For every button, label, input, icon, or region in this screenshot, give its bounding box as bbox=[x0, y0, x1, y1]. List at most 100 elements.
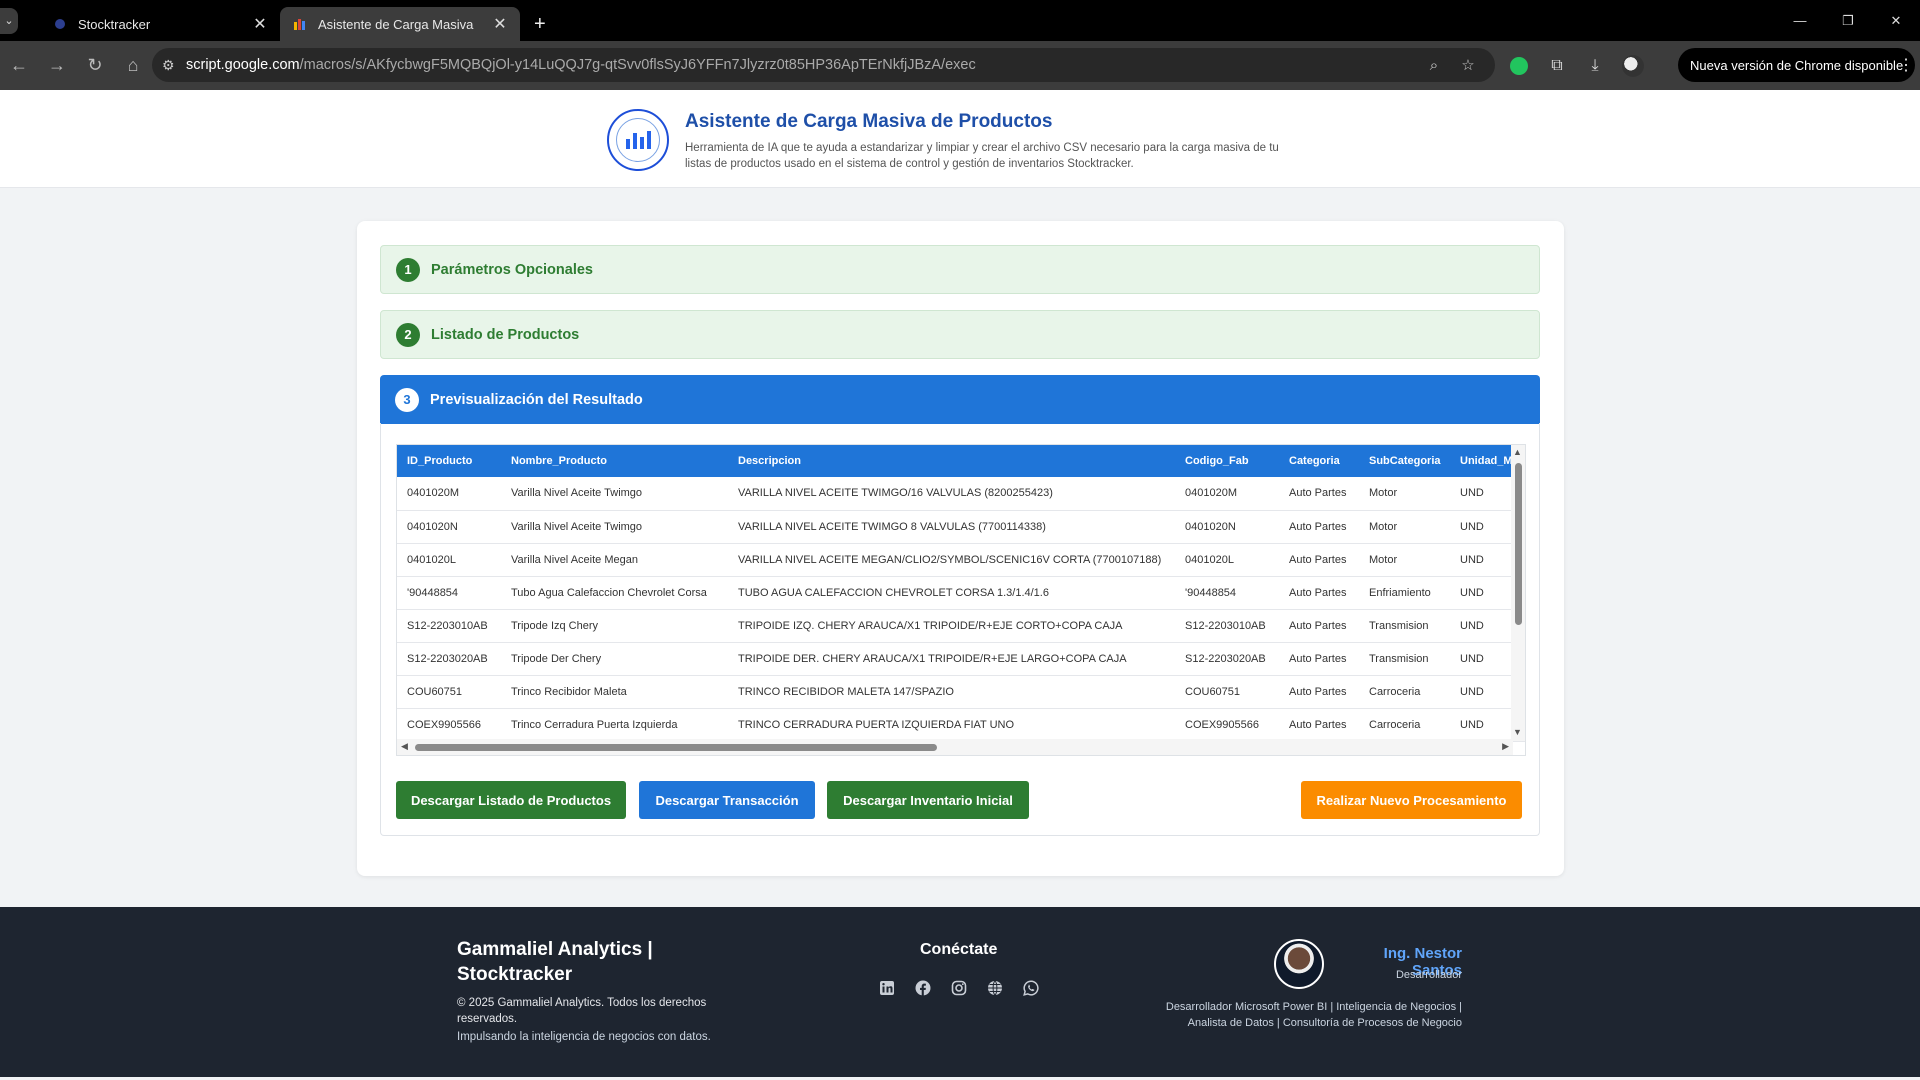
address-bar[interactable]: ⚙ script.google.com/macros/s/AKfycbwgF5M… bbox=[152, 48, 1495, 82]
forward-icon[interactable]: → bbox=[38, 47, 76, 85]
new-tab-icon[interactable]: + bbox=[534, 7, 546, 41]
cell-code: 0401020N bbox=[1175, 510, 1279, 544]
app-header: Asistente de Carga Masiva de Productos H… bbox=[0, 90, 1920, 188]
table-row: S12-2203010AB Tripode Izq Chery TRIPOIDE… bbox=[397, 609, 1525, 643]
cell-id: S12-2203010AB bbox=[397, 609, 501, 643]
profile-avatar-icon[interactable] bbox=[1614, 54, 1652, 77]
column-header[interactable]: Codigo_Fab bbox=[1175, 445, 1279, 477]
cell-name: Varilla Nivel Aceite Twimgo bbox=[501, 510, 728, 544]
cell-description: VARILLA NIVEL ACEITE TWIMGO 8 VALVULAS (… bbox=[728, 510, 1175, 544]
column-header[interactable]: SubCategoria bbox=[1359, 445, 1450, 477]
column-header[interactable]: Categoria bbox=[1279, 445, 1359, 477]
apps-script-favicon-icon bbox=[292, 16, 308, 32]
cell-id: 0401020L bbox=[397, 543, 501, 577]
horizontal-scroll-thumb[interactable] bbox=[415, 744, 937, 751]
cell-subcategory: Carroceria bbox=[1359, 675, 1450, 709]
cell-subcategory: Transmision bbox=[1359, 609, 1450, 643]
step-optional-params[interactable]: 1 Parámetros Opcionales bbox=[380, 245, 1540, 294]
cell-id: 0401020N bbox=[397, 510, 501, 544]
step-number: 2 bbox=[396, 322, 420, 347]
preview-table-container[interactable]: ID_Producto Nombre_Producto Descripcion … bbox=[396, 444, 1526, 756]
vertical-scroll-thumb[interactable] bbox=[1515, 463, 1522, 625]
extension-green-icon[interactable] bbox=[1500, 56, 1538, 75]
whatsapp-icon[interactable] bbox=[1020, 977, 1042, 999]
zoom-icon[interactable]: ⌕ bbox=[1417, 57, 1451, 74]
cell-description: TUBO AGUA CALEFACCION CHEVROLET CORSA 1.… bbox=[728, 576, 1175, 610]
cell-code: '90448854 bbox=[1175, 576, 1279, 610]
cell-name: Trinco Cerradura Puerta Izquierda bbox=[501, 708, 728, 742]
cell-category: Auto Partes bbox=[1279, 609, 1359, 643]
chrome-update-button[interactable]: Nueva versión de Chrome disponible bbox=[1678, 48, 1916, 82]
download-products-button[interactable]: Descargar Listado de Productos bbox=[396, 781, 626, 819]
close-icon[interactable]: ✕ bbox=[252, 14, 268, 34]
cell-code: S12-2203020AB bbox=[1175, 642, 1279, 676]
cell-subcategory: Transmision bbox=[1359, 642, 1450, 676]
instagram-icon[interactable] bbox=[948, 977, 970, 999]
vertical-scrollbar[interactable]: ▲ ▼ bbox=[1511, 445, 1525, 741]
browser-tab-bar: ⌄ Stocktracker ✕ Asistente de Carga Masi… bbox=[0, 0, 1920, 41]
url-text[interactable]: script.google.com/macros/s/AKfycbwgF5MQB… bbox=[186, 57, 1417, 73]
download-icon[interactable]: ⤓ bbox=[1576, 57, 1614, 75]
cell-category: Auto Partes bbox=[1279, 543, 1359, 577]
cell-subcategory: Enfriamiento bbox=[1359, 576, 1450, 610]
cell-code: COEX9905566 bbox=[1175, 708, 1279, 742]
linkedin-icon[interactable] bbox=[876, 977, 898, 999]
cell-id: S12-2203020AB bbox=[397, 642, 501, 676]
cell-category: Auto Partes bbox=[1279, 675, 1359, 709]
cell-code: 0401020M bbox=[1175, 477, 1279, 511]
tab-search-button[interactable]: ⌄ bbox=[0, 0, 18, 41]
column-header[interactable]: ID_Producto bbox=[397, 445, 501, 477]
new-process-button[interactable]: Realizar Nuevo Procesamiento bbox=[1301, 781, 1522, 819]
cell-subcategory: Motor bbox=[1359, 543, 1450, 577]
cell-subcategory: Motor bbox=[1359, 510, 1450, 544]
column-header[interactable]: Descripcion bbox=[728, 445, 1175, 477]
scroll-left-icon[interactable]: ◀ bbox=[401, 741, 408, 752]
restore-icon[interactable]: ❐ bbox=[1824, 0, 1872, 41]
more-menu-icon[interactable]: ⋮ bbox=[1898, 55, 1914, 75]
step-label: Listado de Productos bbox=[431, 326, 580, 343]
globe-icon[interactable] bbox=[984, 977, 1006, 999]
minimize-icon[interactable]: — bbox=[1776, 0, 1824, 41]
close-window-icon[interactable]: ✕ bbox=[1872, 0, 1920, 41]
back-icon[interactable]: ← bbox=[0, 47, 38, 85]
step-result-preview[interactable]: 3 Previsualización del Resultado bbox=[380, 375, 1540, 424]
preview-table: ID_Producto Nombre_Producto Descripcion … bbox=[397, 445, 1525, 742]
cell-description: TRINCO CERRADURA PUERTA IZQUIERDA FIAT U… bbox=[728, 708, 1175, 742]
table-row: COEX9905566 Trinco Cerradura Puerta Izqu… bbox=[397, 708, 1525, 742]
wizard-card: 1 Parámetros Opcionales 2 Listado de Pro… bbox=[357, 221, 1564, 876]
scroll-right-icon[interactable]: ▶ bbox=[1502, 741, 1509, 752]
close-icon[interactable]: ✕ bbox=[492, 14, 508, 34]
bookmark-star-icon[interactable]: ☆ bbox=[1451, 56, 1485, 74]
page-title: Asistente de Carga Masiva de Productos bbox=[685, 111, 1053, 132]
download-inventory-button[interactable]: Descargar Inventario Inicial bbox=[827, 781, 1029, 819]
table-row: 0401020M Varilla Nivel Aceite Twimgo VAR… bbox=[397, 477, 1525, 511]
table-row: 0401020N Varilla Nivel Aceite Twimgo VAR… bbox=[397, 510, 1525, 544]
cell-category: Auto Partes bbox=[1279, 708, 1359, 742]
step-label: Parámetros Opcionales bbox=[431, 261, 593, 278]
browser-tab-asistente[interactable]: Asistente de Carga Masiva ✕ bbox=[280, 7, 520, 41]
site-info-icon[interactable]: ⚙ bbox=[162, 57, 186, 74]
cell-name: Tubo Agua Calefaccion Chevrolet Corsa bbox=[501, 576, 728, 610]
extensions-puzzle-icon[interactable]: ⧉ bbox=[1538, 57, 1576, 75]
cell-category: Auto Partes bbox=[1279, 510, 1359, 544]
scroll-up-icon[interactable]: ▲ bbox=[1513, 447, 1522, 457]
developer-avatar bbox=[1274, 939, 1324, 989]
cell-code: COU60751 bbox=[1175, 675, 1279, 709]
cell-description: TRINCO RECIBIDOR MALETA 147/SPAZIO bbox=[728, 675, 1175, 709]
browser-tab-stocktracker[interactable]: Stocktracker ✕ bbox=[40, 7, 280, 41]
tab-title: Asistente de Carga Masiva bbox=[318, 16, 474, 32]
page-subtitle: Herramienta de IA que te ayuda a estanda… bbox=[685, 142, 1279, 170]
home-icon[interactable]: ⌂ bbox=[114, 47, 152, 85]
browser-toolbar: ← → ↻ ⌂ ⚙ script.google.com/macros/s/AKf… bbox=[0, 41, 1920, 90]
column-header[interactable]: Nombre_Producto bbox=[501, 445, 728, 477]
reload-icon[interactable]: ↻ bbox=[76, 47, 114, 85]
step-number: 3 bbox=[395, 387, 419, 412]
facebook-icon[interactable] bbox=[912, 977, 934, 999]
cell-id: '90448854 bbox=[397, 576, 501, 610]
horizontal-scrollbar[interactable]: ◀ ▶ bbox=[397, 739, 1513, 755]
step-product-list[interactable]: 2 Listado de Productos bbox=[380, 310, 1540, 359]
download-transaction-button[interactable]: Descargar Transacción bbox=[639, 781, 815, 819]
cell-category: Auto Partes bbox=[1279, 576, 1359, 610]
toolbar-right: ⧉ ⤓ bbox=[1500, 41, 1652, 90]
scroll-down-icon[interactable]: ▼ bbox=[1513, 727, 1522, 737]
